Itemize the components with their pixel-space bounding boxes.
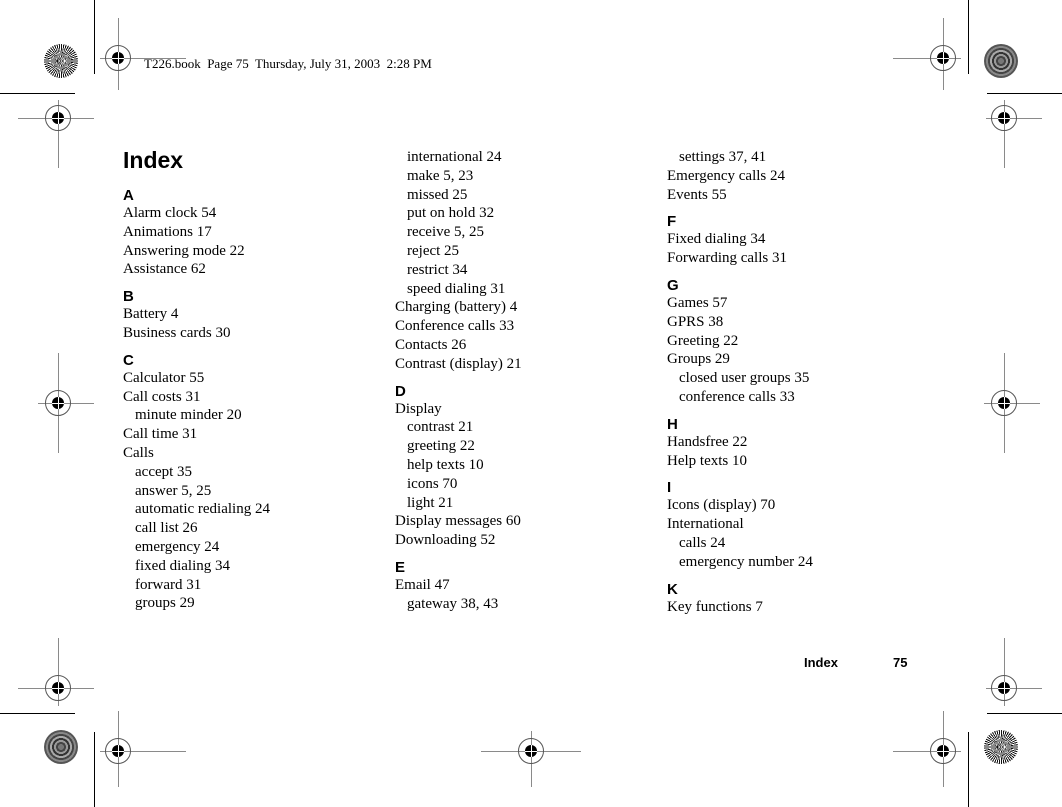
index-subentry: fixed dialing 34 [135, 557, 230, 574]
index-entry: Animations 17 [123, 223, 212, 240]
index-subentry: minute minder 20 [135, 407, 242, 424]
index-subentry: conference calls 33 [679, 388, 795, 405]
index-entry: Alarm clock 54 [123, 205, 217, 221]
index-entry: Answering mode 22 [123, 242, 245, 259]
index-entry: Assistance 62 [123, 261, 206, 278]
index-subentry: light 21 [407, 494, 454, 511]
index-letter-heading: A [123, 187, 134, 204]
index-letter-heading: H [667, 415, 678, 433]
star-target-icon [984, 730, 1018, 764]
index-letter-heading: I [667, 479, 672, 497]
crop-line [968, 0, 969, 74]
index-subentry: automatic redialing 24 [135, 501, 270, 518]
index-subentry: emergency 24 [135, 538, 220, 555]
index-subentry: accept 35 [135, 463, 193, 480]
index-entry: Display [395, 400, 442, 417]
index-subentry: closed user groups 35 [679, 370, 810, 387]
index-entry: Battery 4 [123, 306, 179, 323]
index-subentry: calls 24 [679, 534, 726, 551]
index-entry: Events 55 [667, 186, 727, 203]
index-subentry: gateway 38, 43 [407, 595, 499, 612]
index-entry: Calculator 55 [123, 369, 205, 386]
index-subentry: forward 31 [135, 576, 202, 593]
index-subentry: put on hold 32 [407, 205, 495, 222]
index-subentry: contrast 21 [407, 419, 474, 436]
crop-line [987, 713, 1062, 714]
index-subentry: help texts 10 [407, 456, 484, 473]
index-entry: Call costs 31 [123, 388, 201, 405]
crop-line [0, 93, 75, 94]
footer-section-label: Index [804, 655, 838, 670]
star-target-icon [44, 730, 78, 764]
index-entry: GPRS 38 [667, 313, 724, 330]
index-entry: Calls [123, 444, 154, 461]
index-letter-heading: G [667, 276, 679, 294]
document-page: T226.book Page 75 Thursday, July 31, 200… [0, 0, 1062, 807]
index-entry: Greeting 22 [667, 332, 739, 349]
index-column-1: Index A Alarm clock 54 Animations 17 Answer… [123, 146, 270, 613]
index-entry: Email 47 [395, 576, 450, 593]
index-column-2: international 24 make 5, 23 missed 25 put o… [395, 148, 522, 614]
index-entry: Conference calls 33 [395, 318, 515, 335]
index-column-3: settings 37, 41 Emergency calls 24 Events … [667, 148, 813, 616]
star-target-icon [984, 44, 1018, 78]
index-subentry: icons 70 [407, 475, 458, 492]
index-entry: Icons (display) 70 [667, 497, 776, 514]
index-letter-heading: C [123, 351, 134, 369]
index-entry: Display messages 60 [395, 513, 521, 530]
index-subentry: international 24 [407, 149, 502, 165]
index-entry: Handsfree 22 [667, 433, 748, 450]
star-target-icon [44, 44, 78, 78]
index-entry: Help texts 10 [667, 452, 747, 469]
index-entry: Business cards 30 [123, 324, 231, 341]
crop-line [94, 732, 95, 807]
index-subentry: groups 29 [135, 595, 195, 612]
index-letter-heading: K [667, 580, 678, 598]
index-letter-heading: F [667, 213, 677, 231]
index-subentry: answer 5, 25 [135, 482, 212, 499]
index-entry: Games 57 [667, 294, 728, 311]
page-title: Index [123, 147, 184, 173]
crop-line [94, 0, 95, 74]
index-entry: Charging (battery) 4 [395, 299, 518, 316]
index-entry: International [667, 516, 744, 533]
index-subentry: receive 5, 25 [407, 224, 485, 241]
index-letter-heading: B [123, 288, 134, 306]
index-subentry: emergency number 24 [679, 553, 813, 570]
index-subentry: restrict 34 [407, 261, 468, 278]
index-subentry: missed 25 [407, 186, 468, 203]
index-entry: Key functions 7 [667, 598, 763, 615]
index-entry: Contrast (display) 21 [395, 355, 522, 372]
crop-line [968, 732, 969, 807]
index-entry: Groups 29 [667, 351, 730, 368]
index-subentry: make 5, 23 [407, 167, 474, 184]
crop-line [0, 713, 75, 714]
index-letter-heading: D [395, 382, 406, 400]
index-entry: Contacts 26 [395, 336, 467, 353]
index-entry: Call time 31 [123, 426, 198, 443]
print-slug: T226.book Page 75 Thursday, July 31, 200… [144, 56, 432, 71]
crop-line [987, 93, 1062, 94]
index-subentry: greeting 22 [407, 438, 475, 455]
index-letter-heading: E [395, 558, 406, 576]
index-entry: Forwarding calls 31 [667, 250, 787, 267]
footer-page-number: 75 [893, 655, 908, 670]
index-subentry: reject 25 [407, 242, 460, 259]
index-subentry: speed dialing 31 [407, 280, 506, 297]
index-entry: Emergency calls 24 [667, 167, 786, 184]
index-entry: Fixed dialing 34 [667, 231, 766, 248]
index-entry: Downloading 52 [395, 532, 496, 549]
index-subentry: call list 26 [135, 520, 198, 537]
index-subentry: settings 37, 41 [679, 149, 767, 165]
